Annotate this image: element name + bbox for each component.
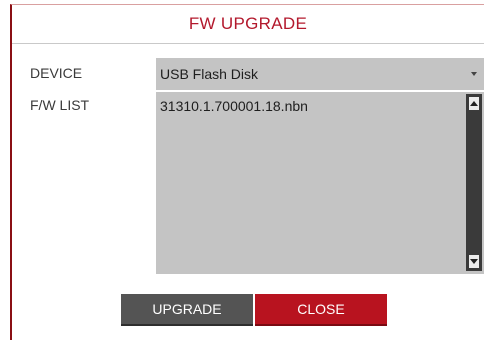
- fw-list-item[interactable]: 31310.1.700001.18.nbn: [160, 98, 308, 114]
- close-button[interactable]: CLOSE: [255, 294, 387, 326]
- upgrade-button[interactable]: UPGRADE: [121, 294, 253, 326]
- fw-list-box[interactable]: 31310.1.700001.18.nbn: [156, 92, 484, 274]
- arrow-up-icon[interactable]: [469, 97, 479, 110]
- device-selected-value: USB Flash Disk: [160, 66, 259, 82]
- title-bar: FW UPGRADE: [12, 5, 484, 43]
- dialog-title: FW UPGRADE: [188, 14, 308, 33]
- device-dropdown[interactable]: USB Flash Disk: [156, 58, 484, 90]
- chevron-down-icon: [471, 72, 477, 76]
- device-label: DEVICE: [30, 65, 83, 81]
- title-divider: [12, 43, 484, 44]
- arrow-down-icon[interactable]: [469, 255, 479, 268]
- fw-list-scrollbar[interactable]: [466, 94, 482, 271]
- fw-list-label: F/W LIST: [30, 97, 90, 113]
- fw-upgrade-dialog: FW UPGRADE DEVICE USB Flash Disk F/W LIS…: [10, 4, 484, 340]
